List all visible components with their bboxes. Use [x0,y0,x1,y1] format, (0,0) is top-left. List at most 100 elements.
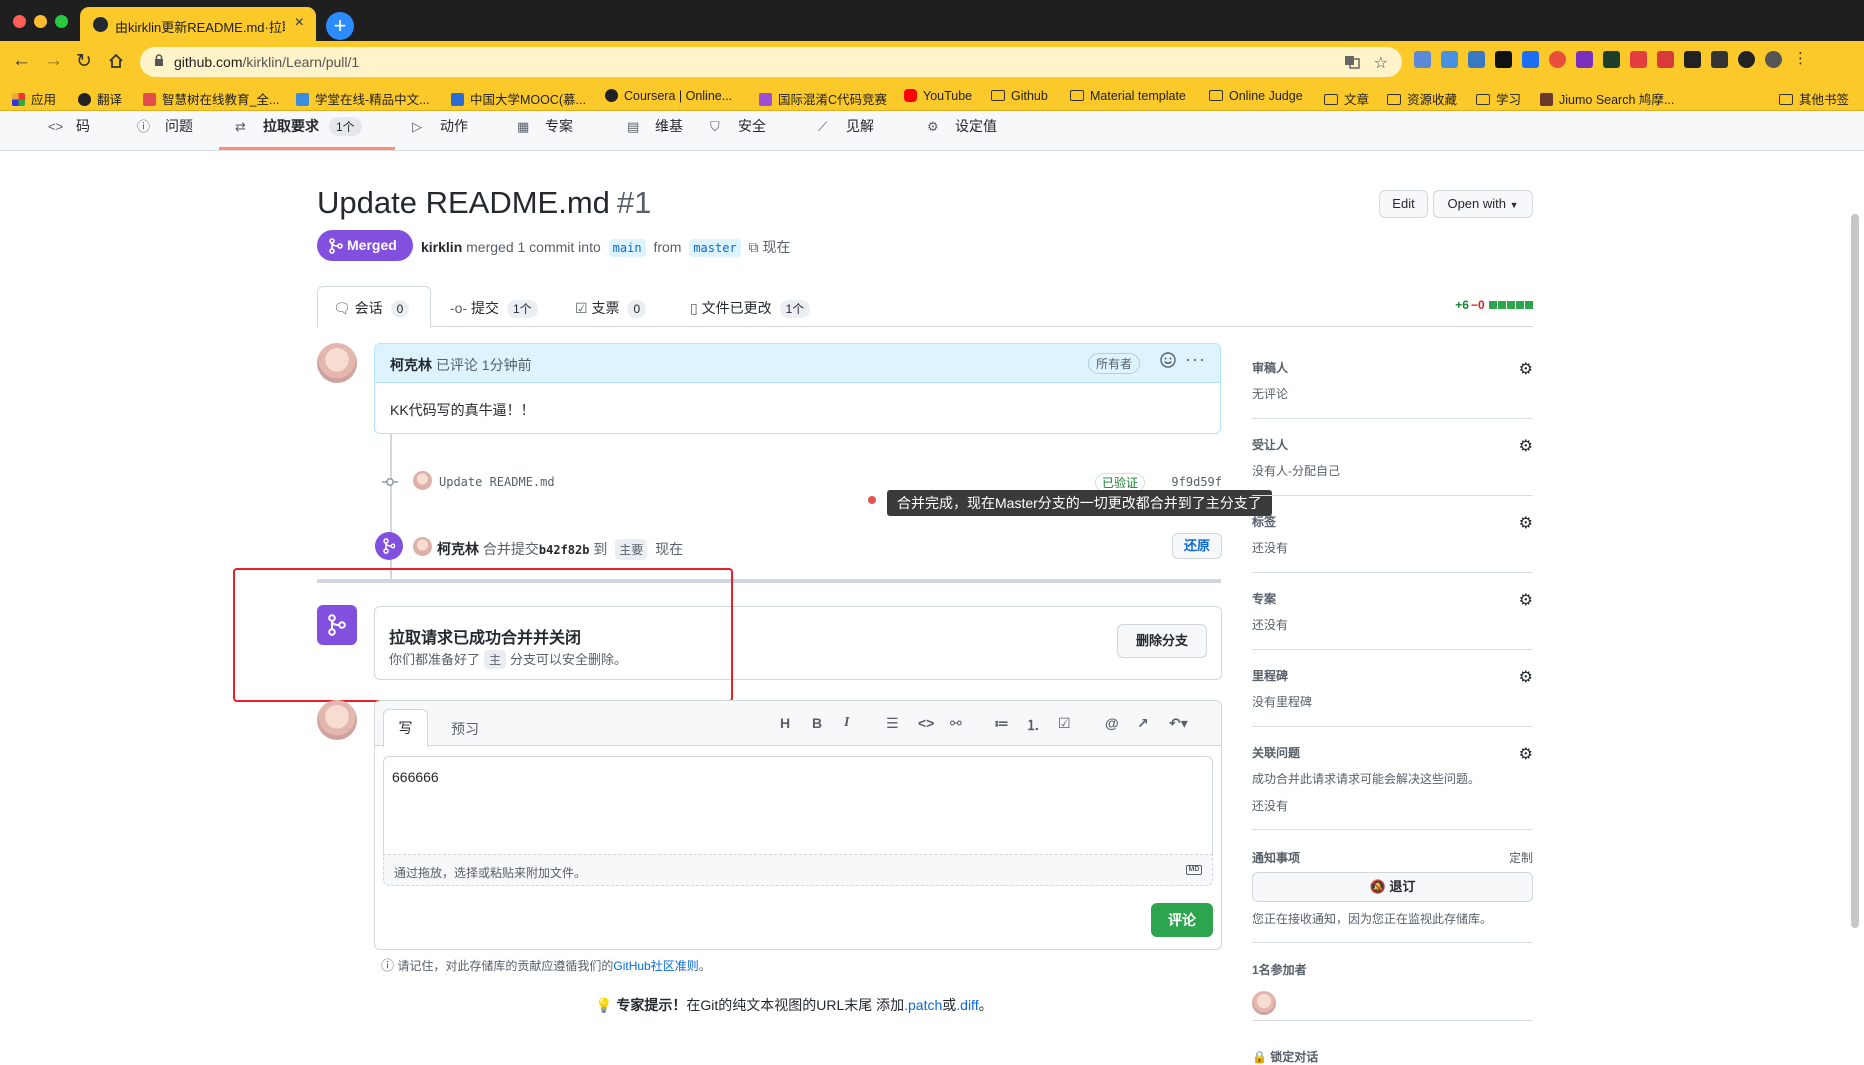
window-controls[interactable] [13,15,68,28]
gear-icon[interactable]: ⚙ [1519,667,1533,687]
bookmark-xuetangx[interactable]: 学堂在线-精品中文... [296,89,430,108]
quote-icon[interactable]: ☰ [886,715,899,732]
delete-branch-button[interactable]: 删除分支 [1117,624,1207,658]
gear-icon[interactable]: ⚙ [1519,436,1533,456]
bookmark-translate[interactable]: 翻译 [78,89,122,108]
head-branch[interactable]: master [689,239,741,257]
bookmark-jiumo[interactable]: Jiumo Search 鸠摩... [1540,89,1674,108]
task-list-icon[interactable]: ☑ [1058,715,1071,732]
extension-icon[interactable] [1549,51,1566,68]
bookmark-folder-oj[interactable]: Online Judge [1209,89,1303,103]
avatar[interactable] [317,700,357,740]
merge-author[interactable]: 柯克林 [437,541,479,557]
bookmark-apps[interactable]: 应用 [12,89,56,108]
tab-insights[interactable]: ⟋ 见解 [818,116,874,136]
patch-link[interactable]: .patch [904,997,942,1013]
gear-icon[interactable]: ⚙ [1519,513,1533,533]
markdown-icon[interactable]: MD [1186,865,1202,875]
back-icon[interactable]: ← [12,50,31,72]
code-icon[interactable]: <> [918,715,934,731]
avatar[interactable] [317,343,357,383]
copy-icon[interactable]: ⧉ [749,239,759,255]
extension-icon[interactable] [1711,51,1728,68]
merge-commit-sha[interactable]: b42f82b [539,543,590,557]
scrollbar[interactable] [1851,214,1859,928]
extension-icon[interactable] [1684,51,1701,68]
avatar[interactable] [413,471,432,490]
chrome-menu-icon[interactable]: ⋮ [1792,51,1809,68]
commit-sha[interactable]: 9f9d59f [1171,475,1222,489]
comment-timestamp[interactable]: 已评论 1分钟前 [436,357,532,373]
tab-projects[interactable]: ▦ 专案 [517,116,573,136]
merge-time[interactable]: 现在 [655,541,683,557]
reply-icon[interactable]: ↶▾ [1169,715,1188,732]
home-icon[interactable] [108,50,124,72]
avatar[interactable] [413,537,432,556]
tab-commits[interactable]: -o- 提交 1个 [450,298,538,318]
comment-button[interactable]: 评论 [1151,903,1213,937]
heading-icon[interactable]: H [780,715,790,731]
tab-write[interactable]: 写 [383,709,428,747]
extension-icon[interactable] [1576,51,1593,68]
close-tab-icon[interactable]: × [295,14,304,32]
bookmark-folder-study[interactable]: 学习 [1476,89,1521,108]
tab-conversation[interactable]: 🗨 会话 0 [333,298,410,318]
gear-icon[interactable]: ⚙ [1519,590,1533,610]
gear-icon[interactable]: ⚙ [1519,744,1533,764]
target-branch[interactable]: 主要 [615,539,648,560]
attach-files-area[interactable]: 通过拖放，选择或粘贴来附加文件。 MD [383,854,1213,886]
extension-icon[interactable] [1522,51,1539,68]
comment-author[interactable]: 柯克林 [390,357,432,373]
extension-icon[interactable] [1468,51,1485,68]
new-tab-button[interactable]: + [326,12,354,40]
bulleted-list-icon[interactable]: ≔ [994,715,1009,732]
bookmark-folder-material[interactable]: Material template [1070,89,1186,103]
tab-settings[interactable]: ⚙ 设定值 [927,116,997,136]
minimize-window-button[interactable] [34,15,47,28]
tab-files-changed[interactable]: ▯ 文件已更改 1个 [690,298,811,318]
forward-icon[interactable]: → [44,50,63,72]
address-bar[interactable]: github.com/kirklin/Learn/pull/1 ☆ [140,47,1402,77]
reload-icon[interactable]: ↻ [76,50,92,73]
bookmark-folder-github[interactable]: Github [991,89,1048,103]
unsubscribe-button[interactable]: 🔕 退订 [1252,872,1533,902]
close-window-button[interactable] [13,15,26,28]
bookmark-youtube[interactable]: YouTube [904,89,972,103]
tab-security[interactable]: ⛉ 安全 [710,116,766,136]
revert-button[interactable]: 还原 [1172,533,1222,559]
extension-icon[interactable] [1630,51,1647,68]
assign-yourself-link[interactable]: 没有人-分配自己 [1252,462,1340,479]
link-icon[interactable]: ⚯ [950,715,962,732]
italic-icon[interactable]: I [844,715,849,731]
comment-textarea[interactable]: 666666 [383,756,1213,854]
profile-avatar[interactable] [1765,51,1782,68]
tab-code[interactable]: <> 码 [48,116,90,136]
tab-actions[interactable]: ▷ 动作 [412,116,468,136]
translate-icon[interactable] [1344,54,1360,75]
tab-checks[interactable]: ☑ 支票 0 [575,298,647,318]
gear-icon[interactable]: ⚙ [1519,359,1533,379]
community-guidelines-link[interactable]: GitHub社区准则 [613,959,698,973]
customize-link[interactable]: 定制 [1509,849,1533,866]
bookmark-folder-other[interactable]: 其他书签 [1779,89,1849,108]
kebab-menu-icon[interactable]: ··· [1185,349,1206,370]
bold-icon[interactable]: B [812,715,822,731]
extension-icon[interactable] [1603,51,1620,68]
participant-avatar[interactable] [1252,991,1276,1015]
bookmark-coursera[interactable]: Coursera | Online... [605,89,732,103]
edit-button[interactable]: Edit [1379,190,1428,218]
tab-wiki[interactable]: ▤ 维基 [627,116,683,136]
diff-link[interactable]: .diff [956,997,978,1013]
tab-preview[interactable]: 预习 [451,719,479,739]
extension-icon[interactable] [1657,51,1674,68]
numbered-list-icon[interactable]: ⒈ [1026,715,1040,735]
browser-tab[interactable]: 由kirklin更新README.md·拉取… × [80,7,316,41]
extension-icon[interactable] [1441,51,1458,68]
bookmark-folder-resources[interactable]: 资源收藏 [1387,89,1457,108]
smiley-icon[interactable] [1160,352,1176,373]
base-branch[interactable]: main [608,239,646,257]
bookmark-folder-articles[interactable]: 文章 [1324,89,1369,108]
commit-message[interactable]: Update README.md [439,475,555,489]
tab-pull-requests[interactable]: ⇄ 拉取要求 1个 [235,116,362,136]
open-with-button[interactable]: Open with ▼ [1433,190,1533,218]
